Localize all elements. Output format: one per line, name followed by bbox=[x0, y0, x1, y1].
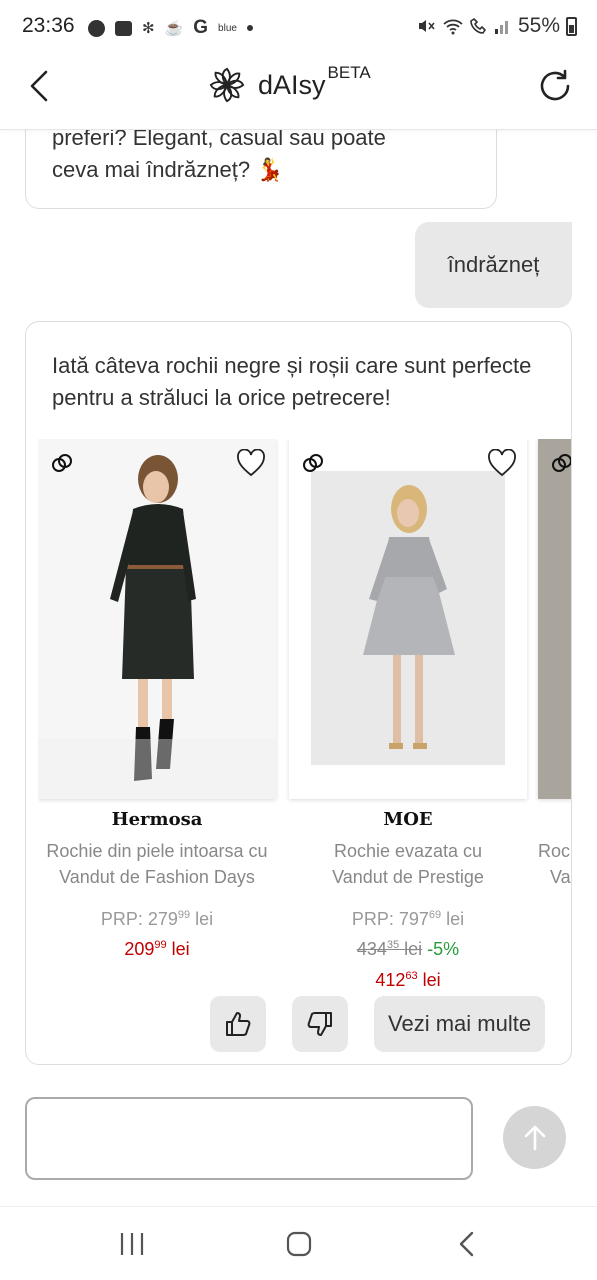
product-description: Rochie evazata cu bbox=[333, 841, 483, 861]
prp-currency: lei bbox=[446, 909, 465, 929]
send-button[interactable] bbox=[503, 1106, 566, 1169]
chef-icon: ☕ bbox=[164, 20, 184, 37]
carrier-label: blue bbox=[218, 22, 237, 34]
product-price: 41263 lei bbox=[289, 963, 527, 994]
more-notifications-dot bbox=[246, 25, 253, 31]
daisy-logo-icon bbox=[209, 67, 245, 103]
battery-icon bbox=[566, 16, 577, 36]
price-currency: lei bbox=[422, 970, 441, 990]
discount-badge: -5% bbox=[427, 939, 460, 959]
dress-photo bbox=[38, 439, 276, 799]
link-icon[interactable] bbox=[301, 451, 325, 475]
bot-message-line: ceva mai îndrăzneț? 💃 bbox=[52, 157, 284, 182]
old-price-currency: lei bbox=[404, 939, 423, 959]
thumbs-down-button[interactable] bbox=[292, 996, 348, 1052]
dress-photo bbox=[289, 439, 527, 799]
signal-icon bbox=[494, 21, 508, 34]
fan-icon: ✻ bbox=[142, 20, 155, 37]
product-image[interactable] bbox=[38, 439, 276, 799]
product-image[interactable] bbox=[289, 439, 527, 799]
bot-message-text: Iată câteva rochii negre și roșii care s… bbox=[52, 353, 532, 410]
back-button[interactable] bbox=[22, 68, 58, 104]
status-system-icons: 55% bbox=[416, 14, 577, 38]
gallery-icon bbox=[115, 20, 132, 36]
link-icon[interactable] bbox=[50, 451, 74, 475]
prp-value: PRP: 797 bbox=[351, 909, 429, 929]
price-decimals: 63 bbox=[405, 970, 418, 982]
status-notification-icons: ✻ ☕ G blue bbox=[88, 17, 253, 39]
nav-back-button[interactable] bbox=[455, 1231, 479, 1257]
product-brand bbox=[538, 809, 571, 830]
product-seller: Vandut de Fashion Days bbox=[59, 867, 255, 887]
battery-percent: 55% bbox=[517, 14, 560, 37]
home-button[interactable] bbox=[285, 1231, 313, 1257]
product-card[interactable]: MOE Rochie evazata cu Vandut de Prestige… bbox=[289, 439, 527, 994]
product-card[interactable]: Hermosa Rochie din piele intoarsa cu Van… bbox=[38, 439, 276, 963]
heart-icon[interactable] bbox=[236, 449, 266, 477]
price-decimals: 99 bbox=[154, 939, 167, 951]
product-old-price: 43435 lei -5% bbox=[289, 932, 527, 963]
recent-apps-button[interactable] bbox=[118, 1231, 146, 1257]
product-price: 20999 lei bbox=[38, 932, 276, 963]
product-image[interactable] bbox=[538, 439, 572, 799]
message-input[interactable] bbox=[25, 1097, 473, 1180]
thumbs-up-icon bbox=[226, 1012, 251, 1036]
product-seller: Va bbox=[550, 867, 571, 887]
dnd-icon bbox=[88, 19, 105, 37]
prp-decimals: 69 bbox=[428, 909, 442, 921]
product-prp: PRP: 79769 lei bbox=[289, 902, 527, 932]
product-description: Rochie din piele intoarsa cu bbox=[46, 841, 268, 861]
product-card[interactable]: Roc Va bbox=[538, 439, 572, 890]
status-bar: 23:36 ✻ ☕ G blue 55% bbox=[0, 0, 597, 54]
link-icon[interactable] bbox=[550, 451, 572, 475]
product-seller: Vandut de Prestige bbox=[332, 867, 484, 887]
mute-icon bbox=[418, 20, 435, 32]
thumbs-down-icon bbox=[307, 1012, 332, 1036]
old-price-value: 434 bbox=[356, 939, 387, 959]
feedback-actions: Vezi mai multe bbox=[210, 996, 546, 1052]
product-brand: MOE bbox=[383, 809, 433, 830]
price-value: 412 bbox=[375, 970, 406, 990]
app-header: dAIsy BETA bbox=[0, 54, 597, 130]
product-description: Roc bbox=[538, 841, 571, 861]
old-price: 43435 lei bbox=[357, 939, 422, 959]
status-time: 23:36 bbox=[22, 14, 75, 37]
prp-currency: lei bbox=[195, 909, 214, 929]
prp-decimals: 99 bbox=[177, 909, 191, 921]
arrow-up-icon bbox=[524, 1125, 545, 1150]
price-currency: lei bbox=[171, 939, 190, 959]
product-brand: Hermosa bbox=[111, 809, 203, 830]
beta-badge: BETA bbox=[327, 63, 371, 82]
old-price-decimals: 35 bbox=[386, 939, 400, 951]
google-icon: G bbox=[193, 17, 209, 38]
system-nav-bar bbox=[0, 1206, 597, 1280]
thumbs-up-button[interactable] bbox=[210, 996, 266, 1052]
bot-product-message: Iată câteva rochii negre și roșii care s… bbox=[25, 321, 572, 1065]
product-carousel[interactable]: Hermosa Rochie din piele intoarsa cu Van… bbox=[38, 439, 572, 999]
user-message: îndrăzneț bbox=[415, 222, 572, 308]
app-title: dAIsy bbox=[258, 69, 326, 100]
see-more-button[interactable]: Vezi mai multe bbox=[374, 996, 546, 1052]
heart-icon[interactable] bbox=[487, 449, 517, 477]
wifi-icon bbox=[443, 19, 463, 35]
refresh-icon[interactable] bbox=[535, 66, 575, 106]
app-brand: dAIsy BETA bbox=[208, 63, 371, 104]
price-value: 209 bbox=[124, 939, 155, 959]
prp-value: PRP: 279 bbox=[100, 909, 178, 929]
call-icon bbox=[470, 17, 486, 34]
product-prp: PRP: 27999 lei bbox=[38, 902, 276, 932]
